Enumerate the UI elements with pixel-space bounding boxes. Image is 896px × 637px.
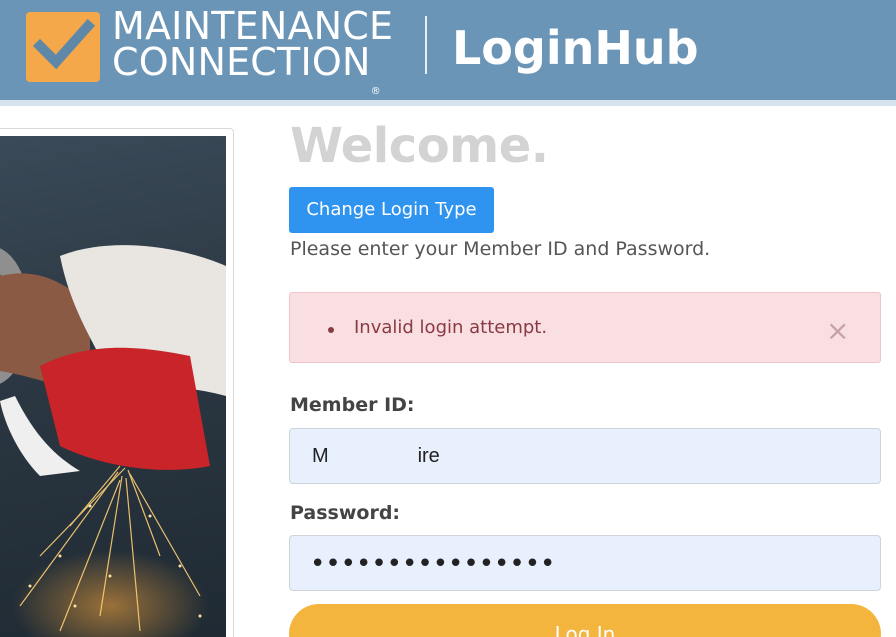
registered-mark: ® bbox=[370, 86, 381, 97]
member-id-label: Member ID: bbox=[290, 394, 415, 416]
header-underline bbox=[0, 100, 896, 106]
welcome-heading: Welcome. bbox=[290, 118, 549, 174]
error-message: Invalid login attempt. bbox=[327, 317, 548, 338]
error-alert: Invalid login attempt. bbox=[289, 292, 881, 363]
change-login-type-button[interactable]: Change Login Type bbox=[289, 187, 494, 233]
login-instructions: Please enter your Member ID and Password… bbox=[290, 238, 711, 260]
welding-photo bbox=[0, 136, 226, 637]
brand-name: MAINTENANCE CONNECTION ® bbox=[112, 4, 394, 97]
product-name: LoginHub bbox=[452, 21, 699, 75]
brand-line-2: CONNECTION bbox=[112, 40, 371, 84]
brand-line-1: MAINTENANCE bbox=[112, 4, 394, 48]
password-masked-value: •••••••••••••••• bbox=[310, 549, 556, 579]
member-id-input[interactable] bbox=[289, 428, 881, 484]
header-divider bbox=[425, 16, 427, 74]
checkmark-icon bbox=[26, 12, 100, 82]
log-in-button[interactable]: Log In bbox=[289, 604, 881, 637]
password-label: Password: bbox=[290, 502, 401, 524]
app-header: MAINTENANCE CONNECTION ® LoginHub bbox=[0, 0, 896, 100]
close-icon[interactable]: × bbox=[826, 317, 849, 345]
error-list: Invalid login attempt. bbox=[327, 317, 548, 338]
